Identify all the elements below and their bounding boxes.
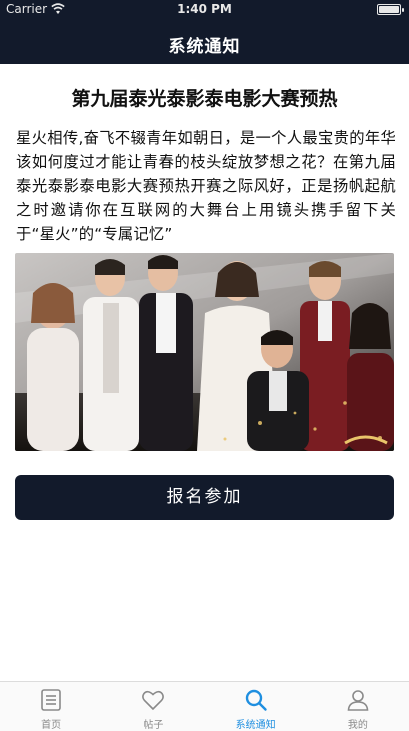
- tab-posts-label: 帖子: [143, 720, 164, 731]
- battery-icon: [377, 4, 404, 15]
- nav-header: Carrier 1:40 PM 系统通知: [0, 0, 409, 64]
- tab-home[interactable]: 首页: [0, 682, 102, 731]
- status-time: 1:40 PM: [177, 2, 232, 16]
- banner-illustration: [15, 253, 394, 451]
- search-icon: [245, 689, 267, 711]
- event-banner-image: [15, 253, 394, 451]
- article-body: 星火相传,奋飞不辍青年如朝日，是一个人最宝贵的年华该如何度过才能让青春的枝头绽放…: [16, 129, 396, 243]
- heart-icon: [142, 690, 165, 711]
- tab-profile[interactable]: 我的: [307, 682, 409, 731]
- person-icon: [347, 690, 369, 711]
- tab-notifications[interactable]: 系统通知: [205, 682, 307, 731]
- status-bar: Carrier 1:40 PM: [0, 0, 409, 20]
- home-list-icon: [41, 689, 61, 711]
- tab-bar: 首页 帖子 系统通知 我的: [0, 681, 409, 731]
- article-title: 第九届泰光泰影泰电影大赛预热: [71, 88, 338, 110]
- battery-fill: [379, 6, 399, 13]
- tab-posts[interactable]: 帖子: [102, 682, 204, 731]
- join-button[interactable]: 报名参加: [15, 475, 394, 520]
- tab-profile-label: 我的: [347, 720, 368, 731]
- tab-home-label: 首页: [41, 720, 62, 731]
- tab-notifications-label: 系统通知: [235, 720, 276, 731]
- page-title: 系统通知: [168, 37, 241, 57]
